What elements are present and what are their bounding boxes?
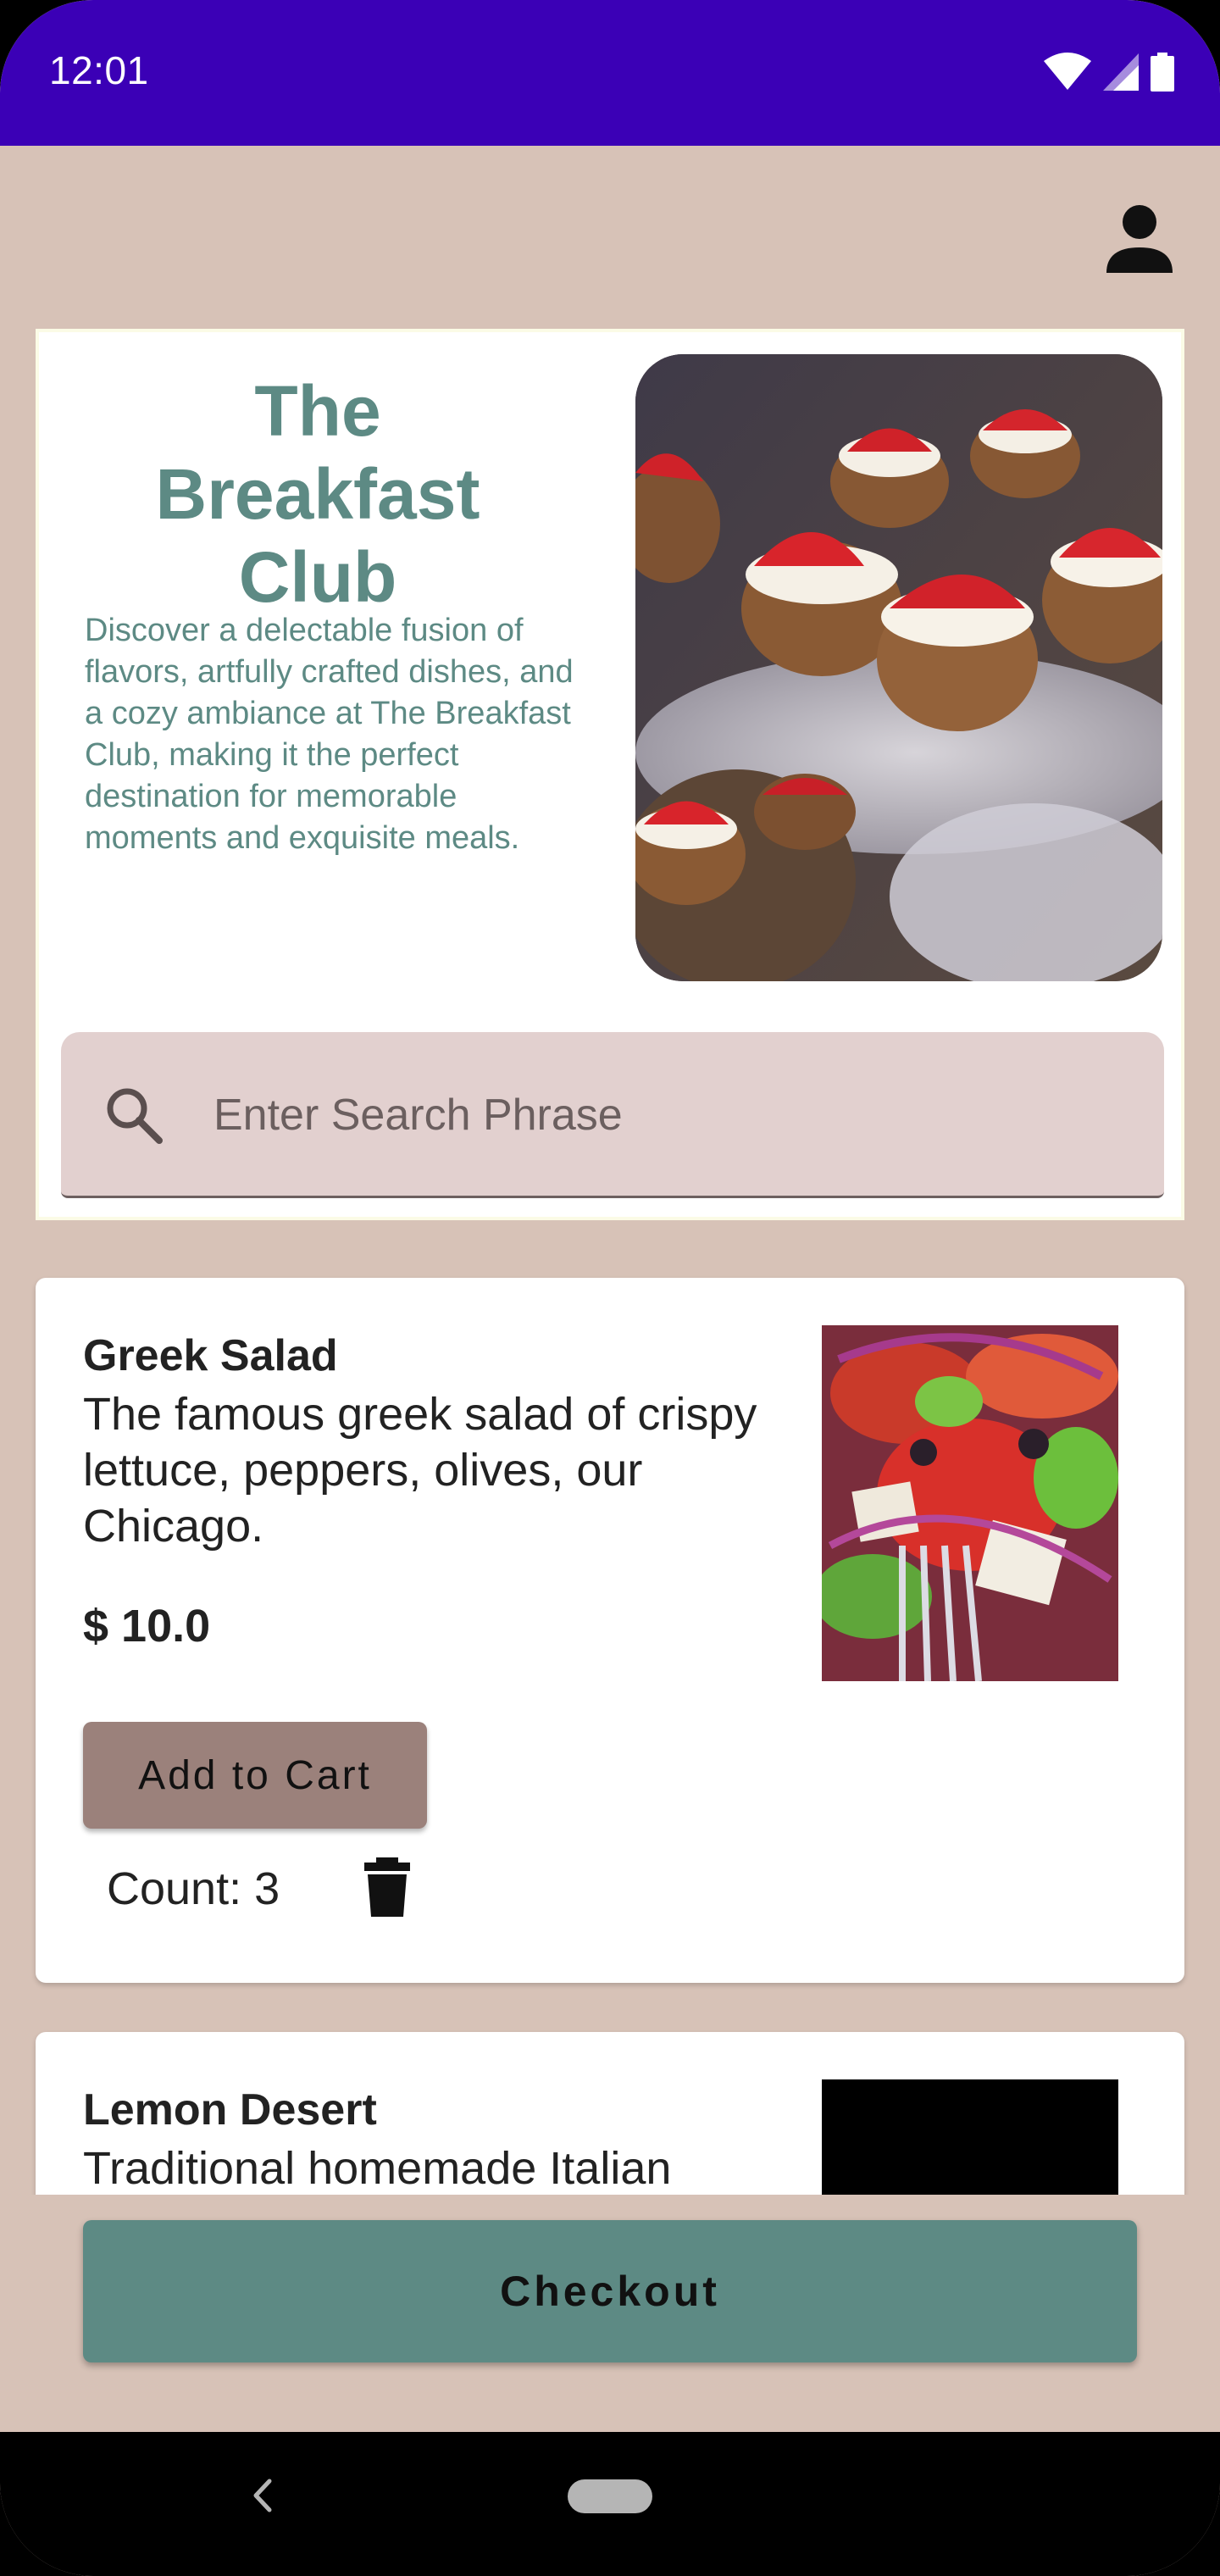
menu-item-description: The famous greek salad of crispy lettuce… [83,1389,757,1552]
add-to-cart-button[interactable]: Add to Cart [83,1722,427,1829]
search-bar[interactable] [61,1032,1164,1198]
search-input[interactable] [214,1076,1112,1154]
item-count-label: Count: 3 [107,1863,280,1914]
trash-icon[interactable] [361,1857,413,1917]
menu-list[interactable]: Greek Salad The famous greek salad of cr… [0,1237,1220,2195]
back-icon[interactable] [246,2474,280,2517]
greek-salad-image [822,1325,1118,1681]
status-bar: 12:01 [0,0,1220,146]
person-icon[interactable] [1103,203,1176,276]
wifi-icon [1044,53,1091,90]
hero-section: The Breakfast Club Discover a delectable… [36,329,1184,1220]
status-icons [1044,53,1174,92]
checkout-button[interactable]: Checkout [83,2220,1137,2362]
search-icon [107,1088,163,1144]
hero-title: The Breakfast Club [155,371,480,617]
hero-description: Discover a delectable fusion of flavors,… [85,613,574,856]
hero-image [635,354,1162,981]
cellular-signal-icon [1103,53,1139,91]
battery-icon [1151,53,1174,92]
app-screen: 12:01 The Breakfast Club Discover a dele… [0,0,1220,2576]
status-time: 12:01 [49,48,149,92]
lemon-dessert-image [822,2079,1118,2195]
menu-item-card[interactable]: Greek Salad The famous greek salad of cr… [36,1278,1184,1983]
menu-item-price: $ 10.0 [83,1601,211,1652]
home-pill-button[interactable] [568,2479,652,2513]
menu-item-name: Lemon Desert [83,2085,377,2135]
navigation-bar [0,2432,1220,2576]
menu-item-card[interactable]: Lemon Desert Traditional homemade Italia… [36,2032,1184,2195]
menu-item-description: Traditional homemade Italian [83,2143,672,2194]
menu-item-name: Greek Salad [83,1331,338,1380]
